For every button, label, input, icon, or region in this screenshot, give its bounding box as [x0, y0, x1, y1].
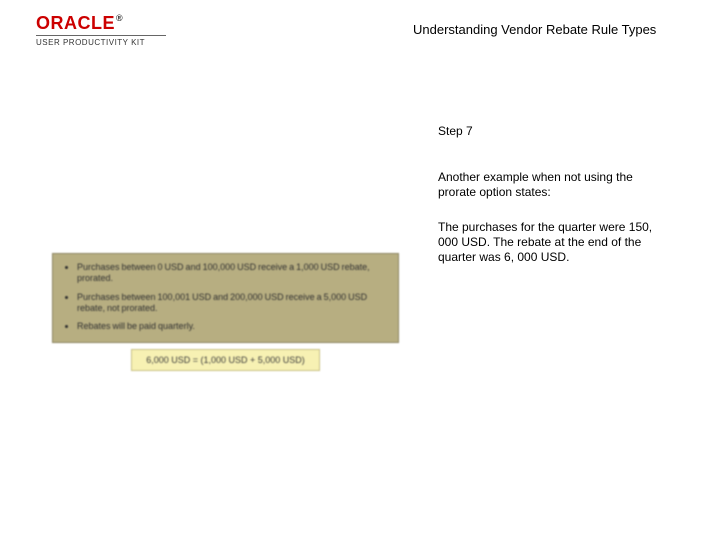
embedded-screenshot: Purchases between 0 USD and 100,000 USD …: [52, 253, 399, 371]
list-item: Rebates will be paid quarterly.: [77, 321, 388, 332]
list-item: Purchases between 100,001 USD and 200,00…: [77, 292, 388, 315]
slide: ORACLE® USER PRODUCTIVITY KIT Understand…: [0, 0, 720, 540]
step-label: Step 7: [438, 124, 473, 138]
formula-panel: 6,000 USD = (1,000 USD + 5,000 USD): [131, 349, 320, 371]
body-paragraph: The purchases for the quarter were 150, …: [438, 220, 673, 265]
brand-wordmark: ORACLE®: [36, 14, 166, 32]
brand-divider: [36, 35, 166, 36]
page-title: Understanding Vendor Rebate Rule Types: [413, 22, 656, 37]
list-item: Purchases between 0 USD and 100,000 USD …: [77, 262, 388, 285]
brand-subtitle: USER PRODUCTIVITY KIT: [36, 38, 166, 47]
rules-panel: Purchases between 0 USD and 100,000 USD …: [52, 253, 399, 343]
rules-list: Purchases between 0 USD and 100,000 USD …: [63, 262, 388, 332]
brand-name: ORACLE: [36, 13, 115, 33]
registered-mark: ®: [116, 13, 123, 23]
brand-logo: ORACLE® USER PRODUCTIVITY KIT: [36, 14, 166, 47]
formula-panel-wrap: 6,000 USD = (1,000 USD + 5,000 USD): [52, 349, 399, 371]
intro-paragraph: Another example when not using the prora…: [438, 170, 673, 200]
